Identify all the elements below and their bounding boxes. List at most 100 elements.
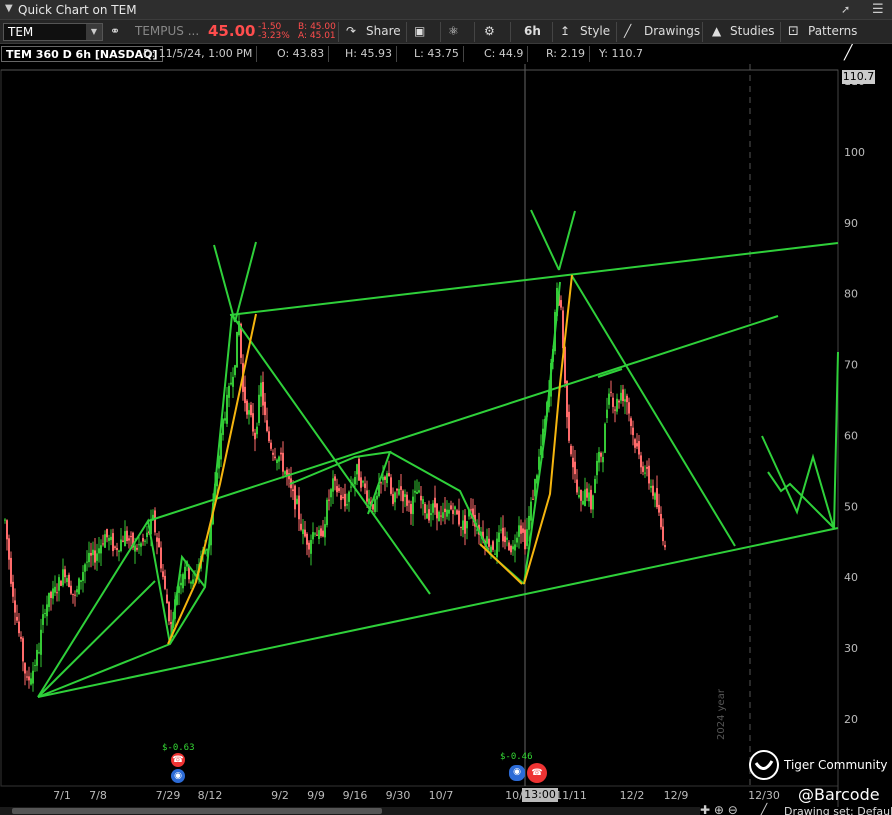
candle-body (32, 670, 34, 684)
candle-body (616, 398, 618, 412)
candle-body (168, 602, 170, 622)
bar-range: R: 2.19 (542, 46, 590, 62)
candle-body (74, 594, 76, 596)
candle-body (138, 544, 140, 546)
candle-body (576, 479, 578, 493)
candle-body (226, 394, 228, 424)
y-tick-label: 80 (844, 288, 858, 301)
candle-body (446, 509, 448, 517)
candle-body (110, 536, 112, 541)
candle-body (62, 569, 64, 586)
gear-icon[interactable]: ⚙ (484, 24, 495, 38)
candle-body (496, 538, 498, 558)
candle-body (88, 552, 90, 563)
pin-icon[interactable]: ➚ (841, 3, 850, 16)
candle-body (184, 566, 186, 580)
x-tick-label: 12/2 (620, 789, 645, 802)
candle-body (16, 616, 18, 621)
candle-body (494, 553, 496, 555)
candle-body (280, 452, 282, 455)
candle-body (80, 580, 82, 582)
candle-body (342, 496, 344, 498)
candle-body (108, 537, 110, 541)
style-icon[interactable]: ↥ (560, 24, 570, 38)
candle-body (350, 486, 352, 488)
separator (510, 22, 511, 42)
candle-body (626, 395, 628, 403)
collapse-icon[interactable]: ▼ (5, 3, 13, 14)
flask-icon[interactable]: ⚛ (448, 24, 459, 38)
patterns-icon[interactable]: ⚀ (788, 24, 798, 38)
drawings-button[interactable]: Drawings (644, 24, 700, 38)
candle-body (592, 495, 594, 510)
earnings-icon[interactable]: ☎ (527, 763, 547, 783)
candle-body (586, 488, 588, 498)
earnings-icon[interactable]: ☎ (171, 753, 185, 767)
candle-body (632, 427, 634, 436)
draw-tool-icon[interactable]: ╱ (844, 45, 852, 61)
candle-body (512, 546, 514, 550)
candle-body (24, 663, 26, 674)
candle-body (470, 509, 472, 511)
menu-icon[interactable]: ☰ (872, 2, 884, 17)
candle-body (628, 402, 630, 414)
timeframe-button[interactable]: 6h (524, 24, 541, 38)
candle-body (456, 510, 458, 515)
candle-body (358, 458, 360, 481)
candle-body (584, 489, 586, 507)
link-icon[interactable]: ⚭ (110, 24, 120, 38)
candle-body (422, 499, 424, 504)
y-tick-label: 60 (844, 429, 858, 442)
candle-body (354, 477, 356, 485)
candle-body (640, 455, 642, 468)
candle-body (606, 409, 608, 419)
studies-button[interactable]: Studies (730, 24, 775, 38)
candle-body (264, 401, 266, 416)
snapshot-icon[interactable]: ▣ (414, 24, 425, 38)
pencil-icon[interactable]: ╱ (624, 24, 631, 38)
candle-body (294, 485, 296, 510)
candle-body (164, 575, 166, 589)
candle-body (442, 512, 444, 518)
candle-body (68, 574, 70, 588)
symbol-dropdown-icon[interactable]: ▼ (86, 24, 102, 40)
candle-body (316, 534, 318, 536)
candle-body (610, 391, 612, 393)
candle-body (382, 476, 384, 481)
candle-body (104, 534, 106, 548)
candle-body (120, 539, 122, 552)
candle-body (450, 505, 452, 510)
dividend-icon[interactable]: ◉ (171, 769, 185, 783)
candle-body (328, 499, 330, 501)
candle-body (386, 473, 388, 484)
dividend-icon[interactable]: ◉ (509, 765, 525, 781)
bar-y: Y: 110.7 (599, 47, 643, 60)
earnings-label: $-0.63 (162, 743, 195, 753)
candle-body (490, 546, 492, 553)
studies-icon[interactable]: ▲ (712, 24, 721, 38)
candle-body (444, 508, 446, 513)
candle-body (360, 477, 362, 488)
candle-body (488, 538, 490, 547)
candle-body (662, 526, 664, 542)
candle-body (100, 545, 102, 554)
draw-tool-icon[interactable]: ╱ (760, 803, 767, 815)
candle-body (392, 494, 394, 504)
patterns-button[interactable]: Patterns (808, 24, 857, 38)
candle-body (248, 410, 250, 415)
bar-low: L: 43.75 (410, 46, 464, 62)
candle-body (418, 490, 420, 493)
candle-body (372, 504, 374, 510)
candle-body (72, 593, 74, 595)
candle-body (232, 376, 234, 387)
scrollbar-thumb[interactable] (12, 808, 382, 814)
candle-body (66, 578, 68, 583)
zoom-icons[interactable]: ✚ ⊕ ⊖ (700, 803, 738, 815)
share-icon[interactable]: ↷ (346, 24, 356, 38)
candle-body (162, 571, 164, 577)
price-chart[interactable]: 2030405060708090100110 7/17/87/298/129/2… (0, 64, 892, 807)
candle-body (650, 486, 652, 488)
style-button[interactable]: Style (580, 24, 610, 38)
share-button[interactable]: Share (366, 24, 401, 38)
candle-body (658, 504, 660, 513)
